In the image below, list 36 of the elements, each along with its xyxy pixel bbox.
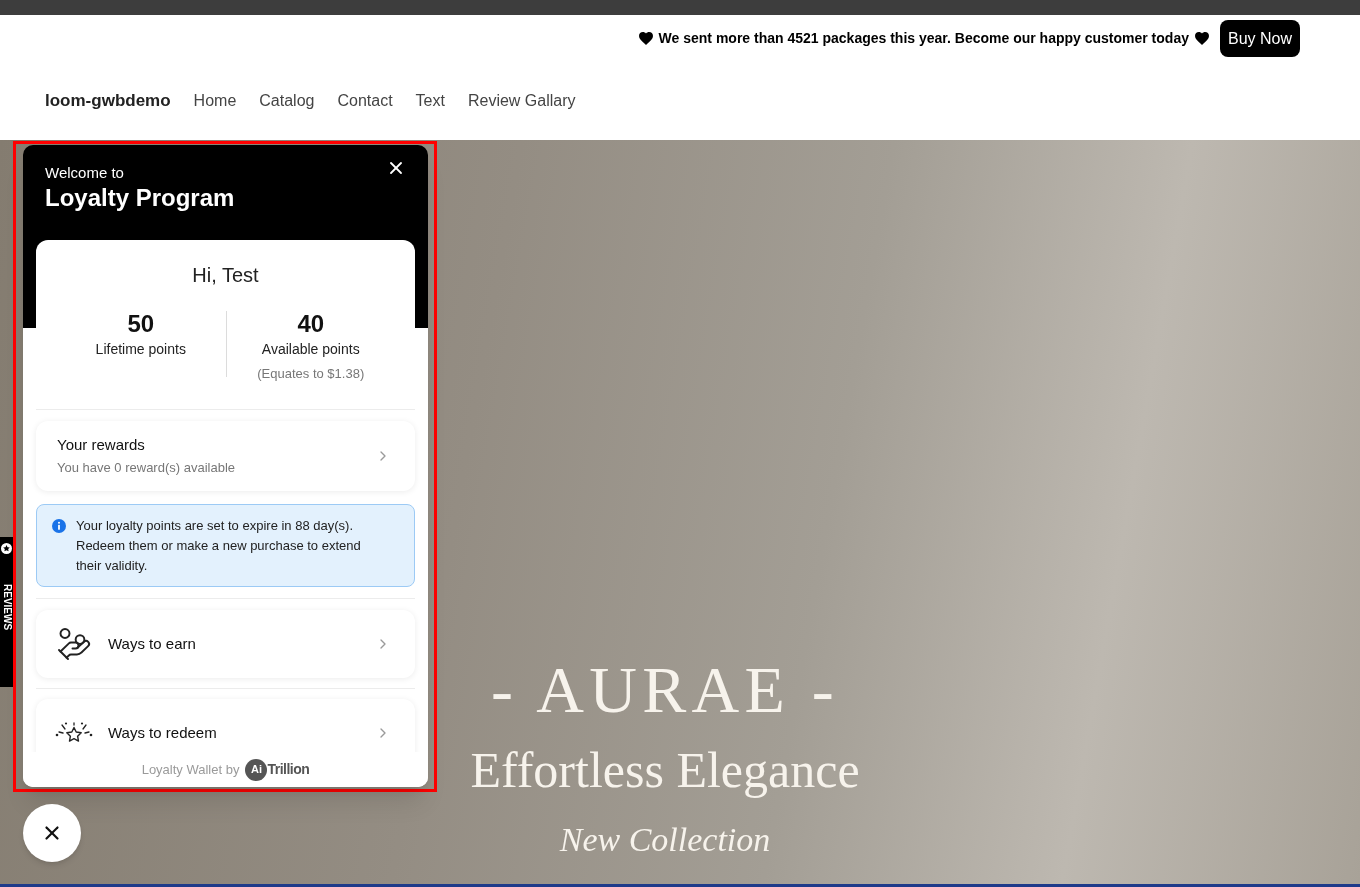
points-label: Available points	[261, 340, 360, 359]
greeting: Hi, Test	[192, 263, 259, 288]
rewards-title: Your rewards	[57, 435, 145, 455]
rewards-subtitle: You have 0 reward(s) available	[57, 459, 235, 477]
menu-card[interactable]: Ways to redeem	[36, 699, 415, 752]
reviews-tab[interactable]: REVIEWS	[0, 537, 13, 687]
info-icon	[52, 519, 66, 533]
points-value: 50	[127, 311, 155, 337]
points-value: 40	[297, 311, 325, 337]
menu-label: Ways to earn	[108, 634, 196, 654]
star-badge-icon	[1, 543, 12, 554]
logo-name: Trillion	[267, 760, 310, 779]
brand-link[interactable]: loom-gwbdemo	[45, 88, 171, 114]
points-note: (Equates to $1.38)	[257, 365, 365, 383]
points-label: Lifetime points	[95, 340, 186, 359]
heart-icon	[1194, 32, 1209, 45]
nav-link[interactable]: Text	[415, 89, 445, 113]
panel-welcome: Welcome to	[45, 163, 124, 183]
heart-icon	[638, 32, 653, 45]
footer-text: Loyalty Wallet by	[141, 760, 240, 779]
panel-title: Loyalty Program	[45, 183, 235, 213]
notice-text: Your loyalty points are set to expire in 88 day(s). Redeem them or make a new purchase to extend their validity.	[76, 517, 362, 575]
star-sparkle-icon	[54, 722, 94, 744]
menu-label: Ways to redeem	[108, 723, 217, 743]
nav-link[interactable]: Contact	[337, 89, 393, 113]
menu-card[interactable]: Ways to earn	[36, 610, 415, 678]
nav-link[interactable]: Home	[193, 89, 237, 113]
hero-subtitle: Effortless Elegance	[470, 742, 860, 798]
rewards-card[interactable]: Your rewards You have 0 reward(s) available	[36, 421, 415, 491]
logo-badge: Ai	[245, 758, 268, 781]
announcement-text: We sent more than 4521 packages this year. Become our happy customer today	[658, 29, 1189, 48]
nav-link[interactable]: Review Gallary	[467, 89, 576, 113]
hero-title: - AURAE -	[490, 654, 840, 726]
buy-now-button[interactable]: Buy Now	[1219, 20, 1300, 57]
hero-tagline: New Collection	[559, 820, 771, 860]
nav-link[interactable]: Catalog	[259, 89, 315, 113]
